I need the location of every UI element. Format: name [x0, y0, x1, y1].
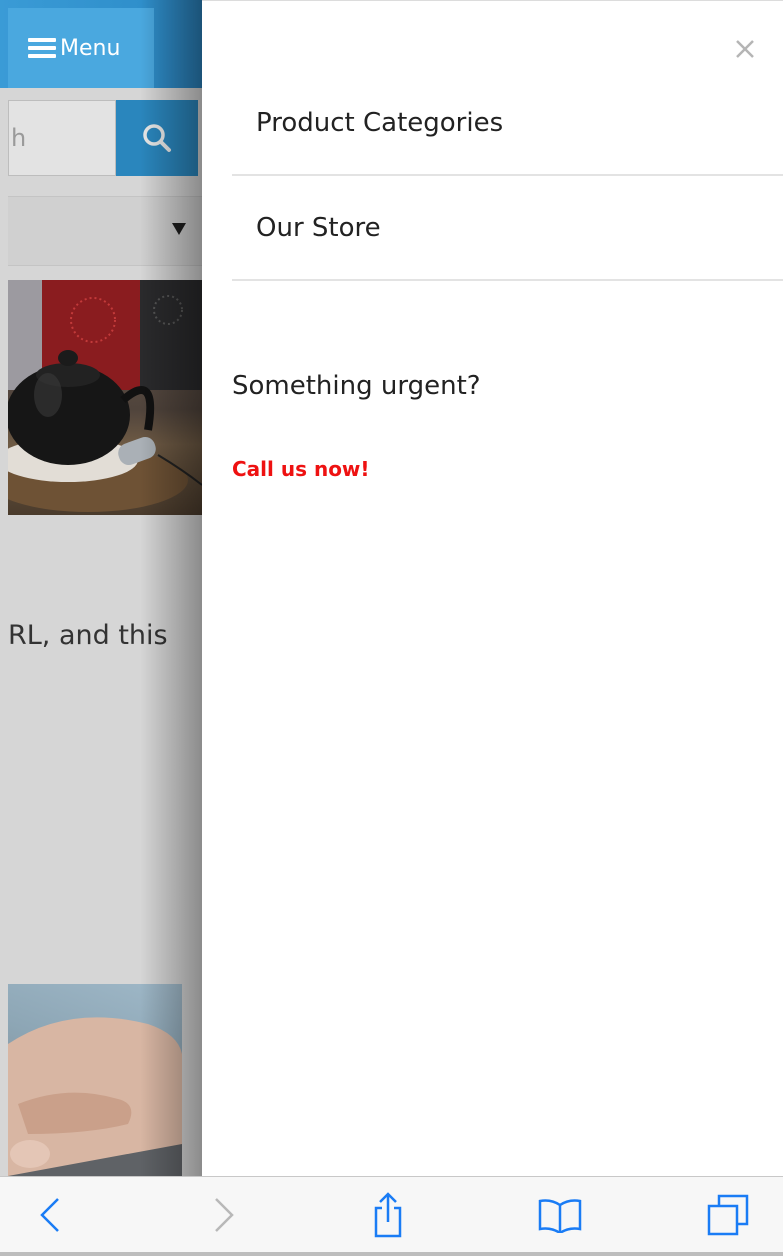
tabs-button[interactable]: [704, 1191, 752, 1239]
close-icon: [736, 40, 754, 58]
drawer-item-product-categories[interactable]: Product Categories: [232, 71, 783, 176]
urgent-heading: Something urgent?: [232, 371, 481, 401]
drawer-item-our-store[interactable]: Our Store: [232, 176, 783, 281]
chevron-left-icon: [40, 1198, 59, 1232]
bookmarks-icon: [538, 1199, 582, 1233]
drawer-item-label: Product Categories: [256, 107, 504, 138]
forward-button[interactable]: [200, 1191, 248, 1239]
background-page: Menu h RL, and this: [0, 0, 202, 1176]
drawer-shadow: [140, 0, 202, 1176]
share-button[interactable]: [364, 1191, 412, 1239]
browser-toolbar: [0, 1176, 783, 1252]
search-input[interactable]: h: [8, 100, 116, 176]
bookmarks-button[interactable]: [536, 1191, 584, 1239]
drawer-item-label: Our Store: [256, 212, 381, 243]
tabs-icon: [707, 1194, 749, 1236]
back-button[interactable]: [26, 1191, 74, 1239]
hamburger-icon: [28, 38, 56, 58]
bottom-edge: [0, 1252, 783, 1256]
call-us-link[interactable]: Call us now!: [232, 457, 370, 481]
close-button[interactable]: [733, 37, 757, 61]
chevron-right-icon: [215, 1198, 234, 1232]
share-icon: [374, 1192, 402, 1238]
menu-button[interactable]: Menu: [8, 8, 154, 88]
navigation-drawer: Product Categories Our Store Something u…: [202, 0, 783, 1176]
menu-label: Menu: [60, 35, 121, 61]
